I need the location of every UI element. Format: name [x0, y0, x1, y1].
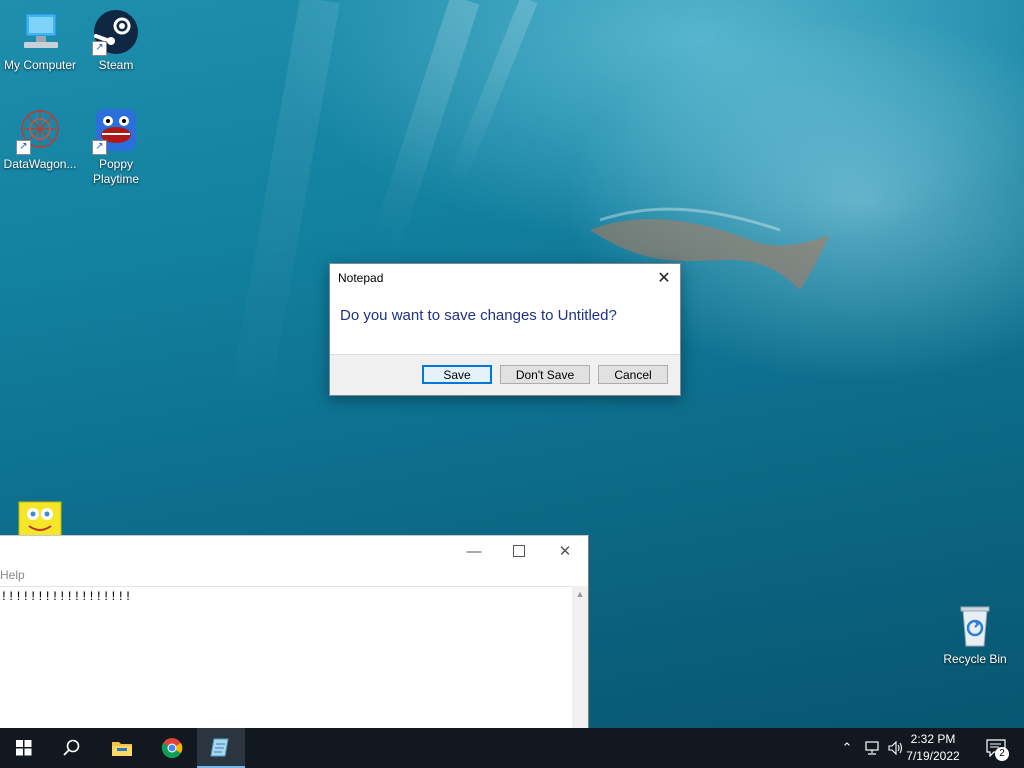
maximize-button[interactable] [496, 536, 542, 566]
desktop-icon-poppy-playtime[interactable]: ↗ Poppy Playtime [76, 107, 156, 187]
menu-help[interactable]: Help [0, 568, 25, 582]
datawagon-icon: ↗ [16, 107, 64, 155]
light-ray [227, 0, 340, 418]
save-changes-dialog: Notepad ✕ Do you want to save changes to… [329, 263, 681, 396]
taskbar-chrome[interactable] [148, 728, 196, 768]
scroll-up-icon[interactable]: ▲ [572, 586, 588, 602]
dialog-title-bar[interactable]: Notepad ✕ [330, 264, 680, 292]
start-button[interactable] [0, 728, 48, 768]
network-icon [865, 741, 879, 755]
file-explorer-icon [112, 742, 132, 756]
desktop-icon-my-computer[interactable]: My Computer [0, 8, 80, 73]
chrome-icon [161, 738, 183, 759]
taskbar-notepad[interactable] [197, 728, 245, 768]
steam-icon: ↗ [92, 8, 140, 56]
notepad-text-area[interactable]: !!!!!!!!!!!!!!!!!! [0, 586, 572, 729]
desktop-icon-label: Steam [98, 58, 134, 72]
maximize-icon [513, 545, 525, 557]
desktop-icon-spongebob[interactable] [0, 500, 80, 538]
desktop-icon-label: DataWagon... [3, 157, 77, 171]
taskbar-file-explorer[interactable] [98, 728, 146, 768]
desktop-icon-datawagon[interactable]: ↗ DataWagon... [0, 107, 80, 172]
minimize-icon: — [466, 542, 482, 560]
start-icon [16, 740, 32, 756]
network-button[interactable] [860, 728, 884, 768]
show-hidden-icons-button[interactable]: ⌃ [836, 728, 858, 768]
desktop-icon-label: Poppy Playtime [92, 157, 139, 186]
notepad-menubar: Help [0, 566, 588, 584]
clock-date: 7/19/2022 [906, 749, 960, 763]
save-button[interactable]: Save [422, 365, 492, 384]
desktop-icon-steam[interactable]: ↗ Steam [76, 8, 156, 73]
taskbar: ⌃ 2:32 PM 7/19/2022 2 [0, 728, 1024, 768]
dialog-close-button[interactable]: ✕ [648, 264, 680, 292]
notification-count-badge: 2 [995, 747, 1009, 761]
dont-save-button[interactable]: Don't Save [500, 365, 590, 384]
close-button[interactable]: ✕ [542, 536, 588, 566]
action-center-button[interactable]: 2 [978, 728, 1014, 768]
desktop-icon-label: My Computer [3, 58, 77, 72]
shortcut-arrow-icon: ↗ [16, 140, 31, 155]
poppy-playtime-icon: ↗ [92, 107, 140, 155]
search-icon [63, 739, 80, 756]
light-ray [370, 0, 480, 252]
spongebob-icon [17, 500, 63, 537]
dialog-button-row: Save Don't Save Cancel [330, 354, 680, 395]
notepad-title-bar[interactable]: — ✕ [0, 536, 588, 566]
shortcut-arrow-icon: ↗ [92, 140, 107, 155]
dialog-title: Notepad [338, 271, 384, 285]
cancel-button[interactable]: Cancel [598, 365, 668, 384]
recycle-bin-icon [951, 602, 999, 650]
desktop-icon-label: Recycle Bin [943, 652, 1007, 666]
taskbar-clock[interactable]: 2:32 PM 7/19/2022 [900, 731, 966, 765]
search-button[interactable] [48, 728, 96, 768]
minimize-button[interactable]: — [451, 536, 497, 566]
dialog-message: Do you want to save changes to Untitled? [340, 307, 617, 324]
computer-icon [16, 8, 64, 56]
clock-time: 2:32 PM [910, 732, 956, 746]
close-icon: ✕ [657, 270, 671, 287]
shortcut-arrow-icon: ↗ [92, 41, 107, 56]
close-icon: ✕ [558, 543, 572, 560]
desktop-icon-recycle-bin[interactable]: Recycle Bin [935, 602, 1015, 667]
chevron-up-icon: ⌃ [841, 740, 853, 755]
notepad-window: — ✕ Help !!!!!!!!!!!!!!!!!! ▲ [0, 535, 589, 729]
vertical-scrollbar[interactable]: ▲ [572, 586, 588, 729]
notepad-icon [210, 738, 229, 757]
